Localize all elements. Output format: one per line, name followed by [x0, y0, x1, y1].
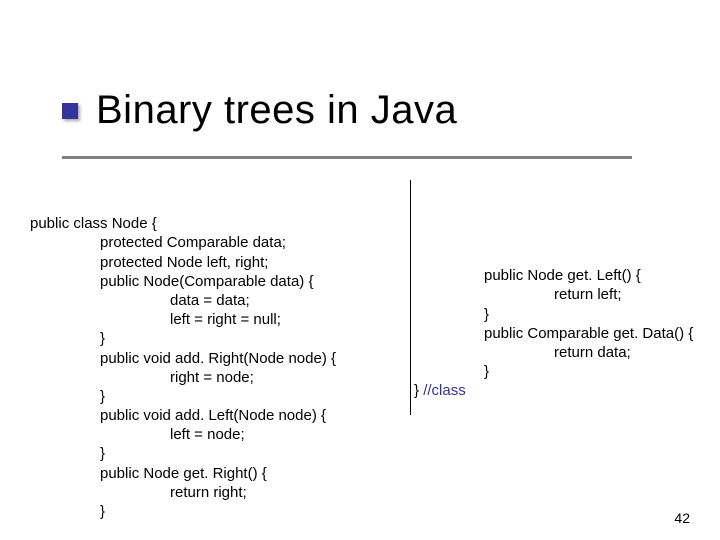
slide: Binary trees in Java public class Node {… [0, 0, 720, 540]
code-line: left = node; [30, 425, 245, 444]
code-line: return left; [414, 285, 622, 304]
code-line: } [30, 329, 105, 348]
code-line: } [30, 502, 105, 521]
code-line: return data; [414, 343, 631, 362]
body-area: public class Node { protected Comparable… [30, 195, 714, 522]
code-line: public Node get. Left() { [414, 266, 641, 285]
code-left-column: public class Node { protected Comparable… [30, 195, 336, 540]
class-close-brace: } [414, 382, 423, 399]
code-line: right = node; [30, 368, 254, 387]
code-line: public Node get. Right() { [30, 464, 267, 483]
code-line: protected Comparable data; [30, 233, 286, 252]
title-bullet-icon [62, 103, 78, 119]
code-line: left = right = null; [30, 310, 281, 329]
page-number: 42 [674, 510, 690, 526]
slide-title: Binary trees in Java [96, 88, 457, 133]
code-line: protected Node left, right; [30, 253, 268, 272]
code-line: data = data; [30, 291, 250, 310]
title-row: Binary trees in Java [62, 88, 700, 133]
column-divider [410, 180, 411, 415]
code-line: return right; [30, 483, 247, 502]
code-line: public class Node { [30, 215, 157, 232]
class-comment: //class [423, 382, 466, 399]
code-line: } [414, 305, 489, 324]
code-line: public void add. Left(Node node) { [30, 406, 326, 425]
code-line: public void add. Right(Node node) { [30, 349, 336, 368]
code-line: } //class [414, 382, 466, 399]
code-line: public Node(Comparable data) { [30, 272, 313, 291]
title-underline [62, 156, 632, 159]
code-line: } [30, 444, 105, 463]
code-line: } [414, 362, 489, 381]
code-right-column: public Node get. Left() { return left; }… [414, 247, 693, 420]
code-line: } [30, 387, 105, 406]
code-line: public Comparable get. Data() { [414, 324, 693, 343]
